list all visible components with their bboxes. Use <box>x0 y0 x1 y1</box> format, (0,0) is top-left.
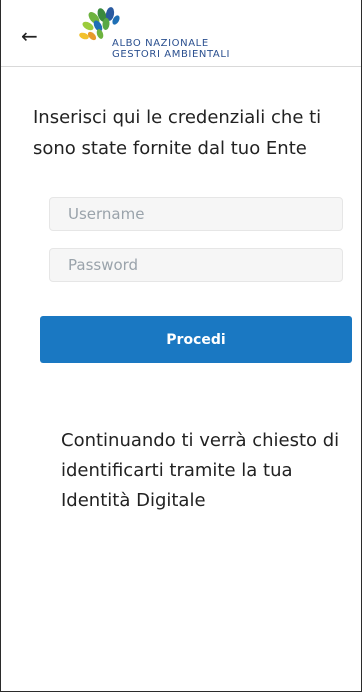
logo-text-line1: ALBO NAZIONALE <box>112 38 209 49</box>
password-input[interactable] <box>49 248 343 282</box>
intro-text: Inserisci qui le credenziali che ti sono… <box>33 107 322 159</box>
app-screen: ← ALBO NAZIONALE GESTORI AMBIENTALI Inse… <box>0 0 362 692</box>
logo-text-line2: GESTORI AMBIENTALI <box>112 49 231 60</box>
app-header: ← ALBO NAZIONALE GESTORI AMBIENTALI <box>1 0 361 67</box>
username-input[interactable] <box>49 197 343 231</box>
submit-button[interactable]: Procedi <box>40 316 352 363</box>
albo-logo: ALBO NAZIONALE GESTORI AMBIENTALI <box>76 6 236 62</box>
spid-info-text: Continuando ti verrà chiesto di identifi… <box>61 430 340 511</box>
arrow-left-icon[interactable]: ← <box>21 26 43 48</box>
